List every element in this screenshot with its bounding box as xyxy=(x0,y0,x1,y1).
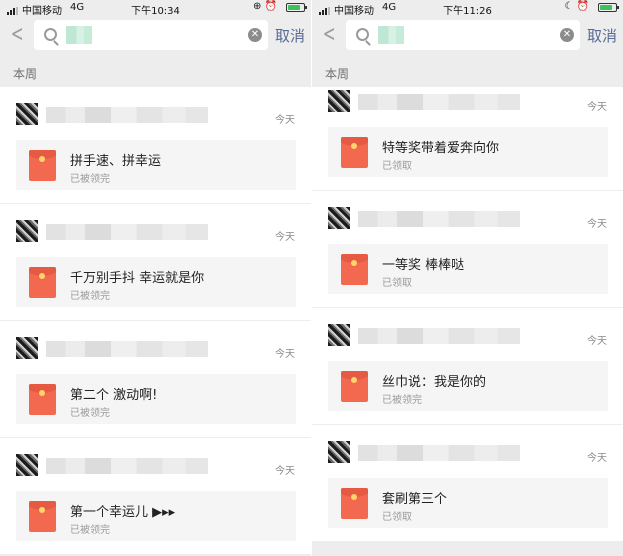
red-envelope-icon xyxy=(29,501,56,532)
red-packet-card[interactable]: 丝巾说：我是你的 已被领完 xyxy=(328,361,608,411)
red-envelope-icon xyxy=(29,384,56,415)
message-item: 今天 第二个 激动啊! 已被领完 xyxy=(0,321,311,437)
message-date: 今天 xyxy=(587,219,607,230)
message-item: 今天 特等奖带着爱奔向你 已领取 xyxy=(312,87,623,190)
message-date: 今天 xyxy=(275,232,295,243)
sender-name-redacted xyxy=(46,341,208,357)
red-packet-card[interactable]: 拼手速、拼幸运 已被领完 xyxy=(16,140,296,190)
red-envelope-icon xyxy=(341,137,368,168)
search-icon xyxy=(44,28,57,41)
battery-fill xyxy=(600,5,612,10)
red-packet-status: 已领取 xyxy=(382,278,412,289)
sender-name-redacted xyxy=(358,94,520,110)
message-date: 今天 xyxy=(587,102,607,113)
red-packet-title: 第一个幸运儿 ▶▸▸ xyxy=(70,505,176,520)
red-packet-title: 丝巾说：我是你的 xyxy=(382,375,487,390)
red-envelope-icon xyxy=(341,371,368,402)
red-packet-title: 一等奖 棒棒哒 xyxy=(382,258,465,273)
red-packet-card[interactable]: 特等奖带着爱奔向你 已领取 xyxy=(328,127,608,177)
cancel-button[interactable]: 取消 xyxy=(275,25,305,46)
message-list: 今天 拼手速、拼幸运 已被领完 今天 千万别手抖 幸运就是你 已被领完 今天 第… xyxy=(0,87,311,556)
avatar[interactable] xyxy=(328,207,350,229)
message-date: 今天 xyxy=(587,336,607,347)
message-list: 今天 特等奖带着爱奔向你 已领取 今天 一等奖 棒棒哒 已领取 今天 丝巾说：我… xyxy=(312,87,623,556)
red-packet-status: 已被领完 xyxy=(70,525,110,536)
search-query-redacted xyxy=(378,26,404,44)
search-icon xyxy=(356,28,369,41)
search-input[interactable]: ✕ xyxy=(346,20,580,50)
cancel-button[interactable]: 取消 xyxy=(587,25,617,46)
red-packet-card[interactable]: 第二个 激动啊! 已被领完 xyxy=(16,374,296,424)
sender-name-redacted xyxy=(46,107,208,123)
red-packet-card[interactable]: 套刷第三个 已领取 xyxy=(328,478,608,528)
red-packet-title: 套刷第三个 xyxy=(382,492,448,507)
battery-icon xyxy=(598,3,619,12)
red-packet-status: 已被领完 xyxy=(70,408,110,419)
section-label: 本周 xyxy=(13,67,38,81)
message-item: 今天 套刷第三个 已领取 xyxy=(312,425,623,541)
sender-name-redacted xyxy=(358,445,520,461)
message-item: 今天 丝巾说：我是你的 已被领完 xyxy=(312,308,623,424)
screen-right: 中国移动 4G 下午11:26 ☾ ⏰ < ✕ 取消 本周 今天 特等奖带着爱奔… xyxy=(312,0,623,556)
search-input[interactable]: ✕ xyxy=(34,20,268,50)
message-item: 今天 一等奖 棒棒哒 已领取 xyxy=(312,191,623,307)
red-envelope-icon xyxy=(29,150,56,181)
avatar[interactable] xyxy=(16,337,38,359)
red-envelope-icon xyxy=(341,254,368,285)
sender-name-redacted xyxy=(46,224,208,240)
clear-icon[interactable]: ✕ xyxy=(248,28,262,42)
sender-name-redacted xyxy=(358,328,520,344)
red-packet-status: 已被领完 xyxy=(70,174,110,185)
message-item: 今天 千万别手抖 幸运就是你 已被领完 xyxy=(0,204,311,320)
message-item: 今天 拼手速、拼幸运 已被领完 xyxy=(0,87,311,203)
red-packet-status: 已领取 xyxy=(382,161,412,172)
message-date: 今天 xyxy=(275,349,295,360)
avatar[interactable] xyxy=(16,454,38,476)
red-envelope-icon xyxy=(341,488,368,519)
avatar[interactable] xyxy=(16,220,38,242)
avatar[interactable] xyxy=(328,441,350,463)
red-packet-title: 特等奖带着爱奔向你 xyxy=(382,141,500,156)
red-packet-card[interactable]: 第一个幸运儿 ▶▸▸ 已被领完 xyxy=(16,491,296,541)
section-label: 本周 xyxy=(325,67,350,81)
clear-icon[interactable]: ✕ xyxy=(560,28,574,42)
status-icons: ⊕ ⏰ xyxy=(252,1,277,12)
sender-name-redacted xyxy=(46,458,208,474)
battery-icon xyxy=(286,3,307,12)
sender-name-redacted xyxy=(358,211,520,227)
red-packet-card[interactable]: 千万别手抖 幸运就是你 已被领完 xyxy=(16,257,296,307)
status-bar: 中国移动 4G 下午11:26 ☾ ⏰ xyxy=(312,0,623,17)
red-packet-status: 已被领完 xyxy=(382,395,422,406)
message-date: 今天 xyxy=(275,466,295,477)
red-packet-card[interactable]: 一等奖 棒棒哒 已领取 xyxy=(328,244,608,294)
red-packet-status: 已领取 xyxy=(382,512,412,523)
avatar[interactable] xyxy=(328,324,350,346)
battery-fill xyxy=(288,5,300,10)
message-date: 今天 xyxy=(587,453,607,464)
status-bar: 中国移动 4G 下午10:34 ⊕ ⏰ xyxy=(0,0,311,17)
red-envelope-icon xyxy=(29,267,56,298)
back-chevron-icon[interactable]: < xyxy=(323,22,336,47)
screen-left: 中国移动 4G 下午10:34 ⊕ ⏰ < ✕ 取消 本周 今天 拼手速、拼幸运… xyxy=(0,0,311,556)
message-item: 今天 第一个幸运儿 ▶▸▸ 已被领完 xyxy=(0,438,311,554)
red-packet-title: 千万别手抖 幸运就是你 xyxy=(70,271,205,286)
red-packet-title: 拼手速、拼幸运 xyxy=(70,154,162,169)
red-packet-status: 已被领完 xyxy=(70,291,110,302)
avatar[interactable] xyxy=(328,90,350,112)
message-date: 今天 xyxy=(275,115,295,126)
avatar[interactable] xyxy=(16,103,38,125)
back-chevron-icon[interactable]: < xyxy=(11,22,24,47)
search-query-redacted xyxy=(66,26,92,44)
red-packet-title: 第二个 激动啊! xyxy=(70,388,158,403)
status-icons: ☾ ⏰ xyxy=(564,1,589,12)
